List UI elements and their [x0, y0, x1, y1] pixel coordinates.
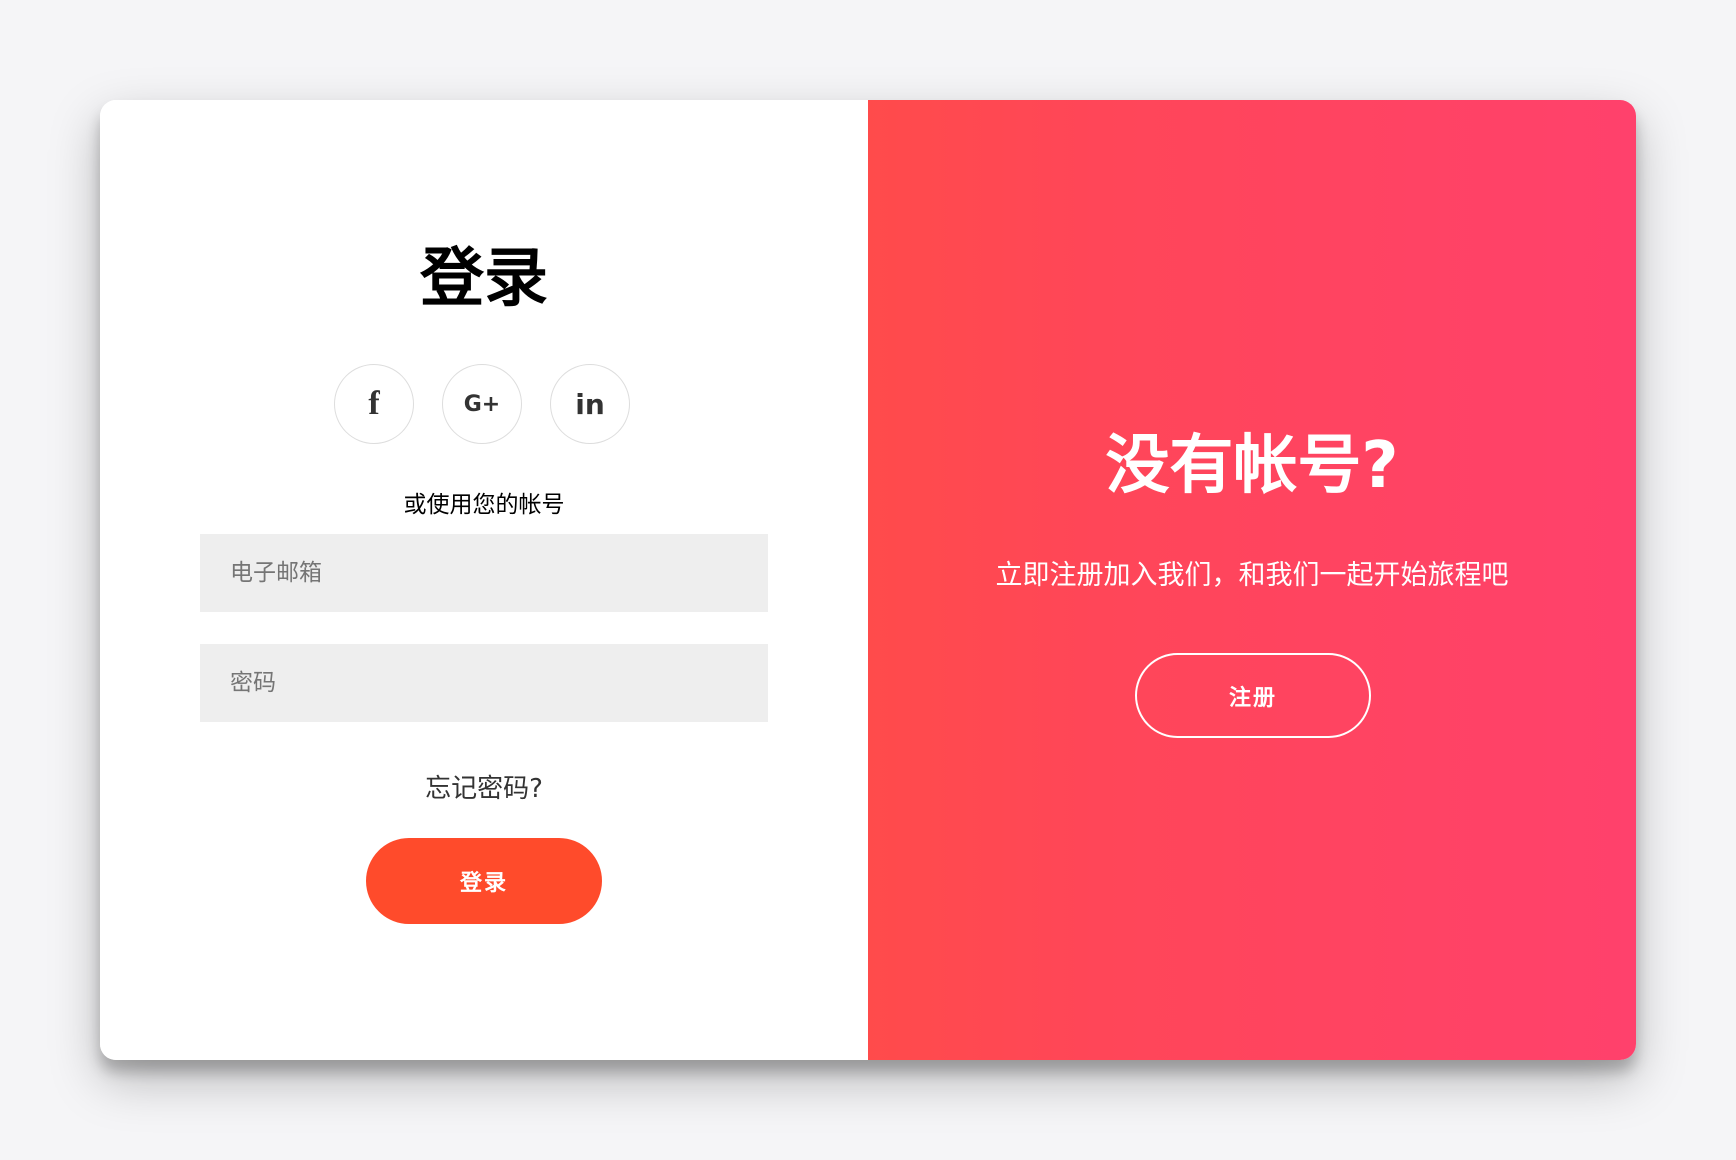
facebook-button[interactable]: f [334, 364, 414, 444]
sign-in-title: 登录 [420, 242, 548, 316]
login-card: 登录 f G+ in 或使用您的帐号 忘记密码? 登录 没有帐号? 立即注册加入… [100, 100, 1636, 1060]
sign-up-title: 没有帐号? [1105, 429, 1399, 503]
forgot-password-link[interactable]: 忘记密码? [100, 768, 868, 805]
password-input[interactable] [200, 644, 768, 722]
sign-up-button[interactable]: 注册 [1135, 653, 1371, 738]
facebook-icon: f [368, 385, 380, 422]
social-login-row: f G+ in [334, 364, 634, 444]
sign-in-panel: 登录 f G+ in 或使用您的帐号 忘记密码? 登录 [100, 100, 868, 1060]
linkedin-button[interactable]: in [550, 364, 630, 444]
google-plus-icon: G+ [463, 391, 501, 417]
google-plus-button[interactable]: G+ [442, 364, 522, 444]
alternative-login-text: 或使用您的帐号 [403, 492, 565, 518]
sign-in-button[interactable]: 登录 [366, 838, 602, 924]
sign-up-overlay-panel: 没有帐号? 立即注册加入我们，和我们一起开始旅程吧 注册 [868, 100, 1636, 1060]
linkedin-icon: in [575, 387, 605, 421]
email-input[interactable] [200, 534, 768, 612]
sign-up-description: 立即注册加入我们，和我们一起开始旅程吧 [995, 560, 1509, 591]
